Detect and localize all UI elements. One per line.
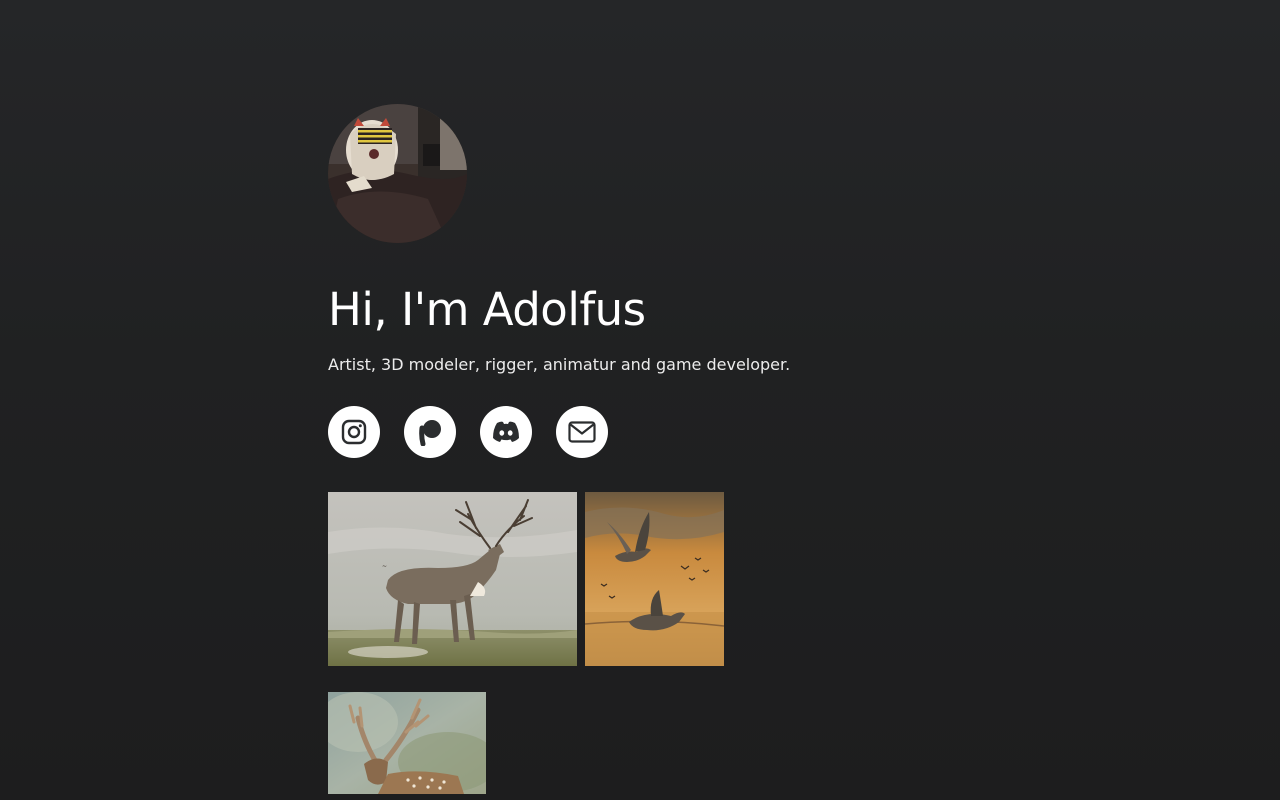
gallery-item-fallow-deer[interactable] [328, 692, 486, 795]
flying-ducks-image [585, 492, 724, 667]
discord-link[interactable] [480, 406, 532, 459]
instagram-icon [341, 419, 367, 445]
bio-text: Artist, 3D modeler, rigger, animatur and… [328, 354, 791, 374]
gallery-item-whitetail-deer[interactable]: ~ [328, 492, 577, 667]
avatar [328, 104, 467, 243]
discord-icon [491, 420, 521, 444]
gallery-item-flying-ducks[interactable] [585, 492, 724, 667]
patreon-icon [417, 418, 443, 447]
gallery-row: ~ [328, 492, 952, 667]
whitetail-deer-image: ~ [328, 492, 577, 667]
patreon-link[interactable] [404, 406, 456, 459]
svg-text:~: ~ [382, 563, 387, 570]
email-link[interactable] [556, 406, 608, 459]
instagram-link[interactable] [328, 406, 380, 459]
fallow-deer-image [328, 692, 486, 795]
email-icon [568, 421, 596, 443]
social-links [328, 406, 952, 459]
page-title: Hi, I'm Adolfus [328, 283, 646, 336]
profile-section: Hi, I'm Adolfus Artist, 3D modeler, rigg… [328, 104, 952, 795]
gallery-row [328, 692, 952, 795]
